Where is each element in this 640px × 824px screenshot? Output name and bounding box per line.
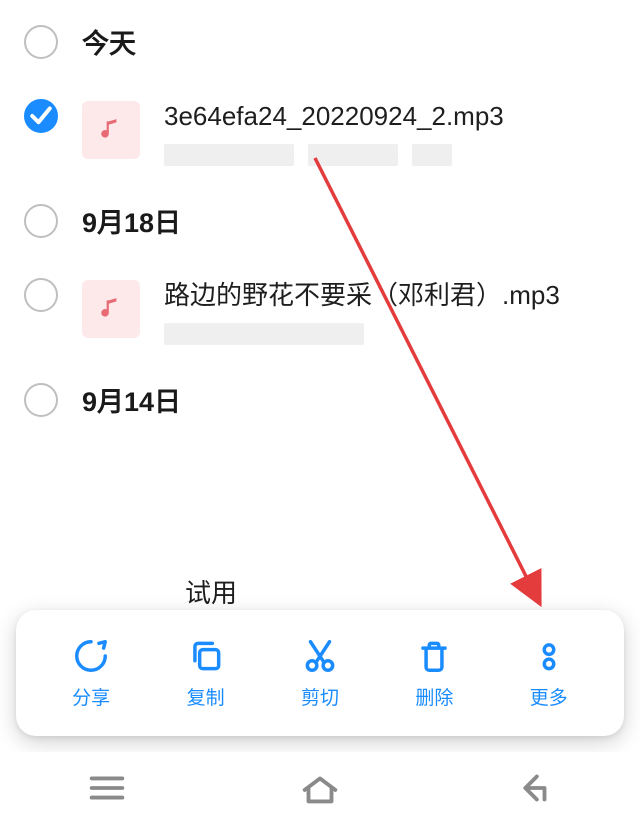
checkbox-unchecked[interactable] (24, 383, 58, 417)
checkbox-unchecked[interactable] (24, 25, 58, 59)
action-label: 分享 (72, 683, 110, 710)
file-meta (164, 144, 616, 171)
date-label: 9月14日 (82, 380, 181, 419)
action-label: 复制 (187, 683, 225, 710)
menu-icon (84, 765, 130, 811)
nav-home-button[interactable] (297, 765, 343, 811)
file-row-1[interactable]: 3e64efa24_20220924_2.mp3 (0, 83, 640, 179)
date-header-sep18[interactable]: 9月18日 (0, 179, 640, 262)
file-name: 路边的野花不要采（邓利君）.mp3 (164, 278, 616, 313)
date-header-today[interactable]: 今天 (0, 0, 640, 83)
action-label: 删除 (415, 683, 453, 710)
check-icon (26, 101, 56, 131)
cut-button[interactable]: 剪切 (280, 637, 360, 710)
clipped-file-name: 试用 (185, 573, 237, 610)
checkbox-unchecked[interactable] (24, 278, 58, 312)
share-button[interactable]: 分享 (51, 637, 131, 710)
action-label: 更多 (530, 683, 568, 710)
share-icon (72, 637, 110, 675)
file-name: 3e64efa24_20220924_2.mp3 (164, 99, 616, 134)
more-button[interactable]: 更多 (509, 637, 589, 710)
file-meta (164, 323, 616, 350)
copy-icon (187, 637, 225, 675)
music-icon (82, 280, 140, 338)
action-panel: 分享 复制 剪切 删除 更多 (16, 610, 624, 736)
cut-icon (301, 637, 339, 675)
checkbox-checked[interactable] (24, 99, 58, 133)
copy-button[interactable]: 复制 (166, 637, 246, 710)
system-nav-bar (0, 752, 640, 824)
action-label: 剪切 (301, 683, 339, 710)
back-icon (510, 765, 556, 811)
nav-menu-button[interactable] (84, 765, 130, 811)
checkbox-unchecked[interactable] (24, 204, 58, 238)
music-icon (82, 101, 140, 159)
date-label: 9月18日 (82, 201, 181, 240)
home-icon (297, 765, 343, 811)
delete-button[interactable]: 删除 (394, 637, 474, 710)
date-header-sep14[interactable]: 9月14日 (0, 358, 640, 441)
date-label: 今天 (82, 22, 136, 61)
file-row-2[interactable]: 路边的野花不要采（邓利君）.mp3 (0, 262, 640, 358)
delete-icon (415, 637, 453, 675)
nav-back-button[interactable] (510, 765, 556, 811)
more-icon (530, 637, 568, 675)
